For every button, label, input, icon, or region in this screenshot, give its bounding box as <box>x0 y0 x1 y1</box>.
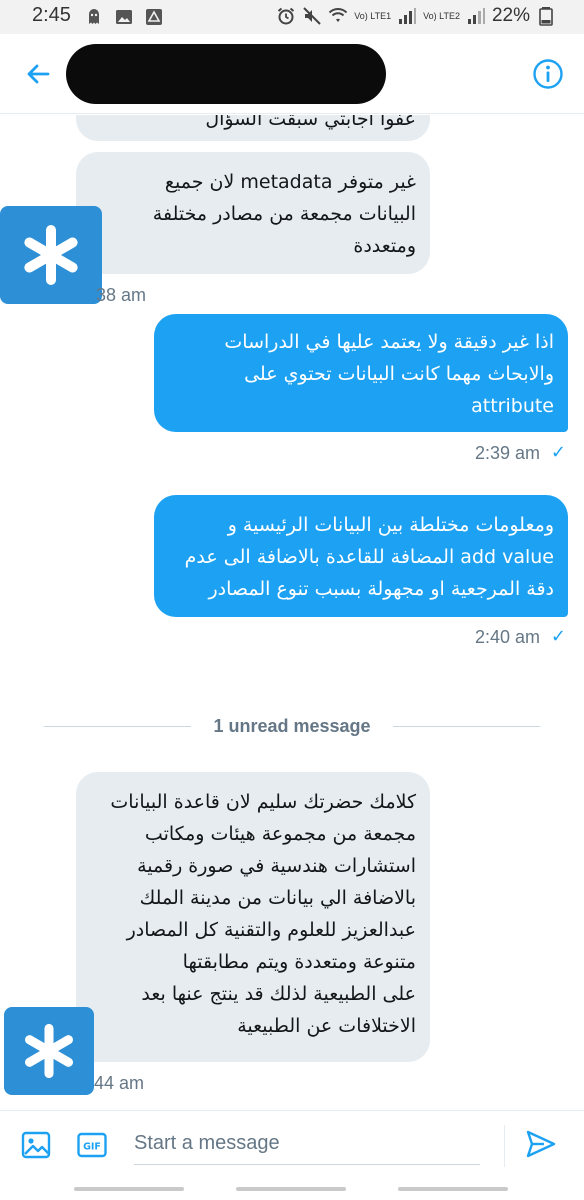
message-line: البيانات مجمعة من مصادر مختلفة <box>152 203 416 225</box>
ghost-icon <box>89 9 99 24</box>
message-line: ومعلومات مختلطة بين البيانات الرئيسية و <box>227 514 554 536</box>
divider-line <box>44 725 192 727</box>
message-bubble-sent[interactable]: ومعلومات مختلطة بين البيانات الرئيسية و … <box>154 495 568 617</box>
gif-label: GIF <box>83 1142 101 1153</box>
back-button[interactable] <box>20 56 56 92</box>
back-arrow-icon <box>27 64 50 84</box>
message-line: كلامك حضرتك سليم لان قاعدة البيانات <box>110 791 416 813</box>
message-timestamp: 44 am <box>94 1073 145 1093</box>
unread-divider: 1 unread message <box>44 715 541 737</box>
message-timestamp: 38 am <box>96 285 147 305</box>
sim2-label: Vo) LTE2 <box>423 10 460 21</box>
gif-button[interactable]: GIF <box>76 1129 108 1161</box>
message-line: add value المضافة للقاعدة بالاضافة الى ع… <box>184 546 554 568</box>
signal-icon <box>467 8 485 24</box>
message-line: دقة المرجعية او مجهولة بسبب تنوع المصادر <box>208 578 554 600</box>
message-bubble-received[interactable]: كلامك حضرتك سليم لان قاعدة البيانات مجمع… <box>76 772 430 1062</box>
info-button[interactable] <box>530 56 566 92</box>
message-line: اذا غير دقيقة ولا يعتمد عليها في الدراسا… <box>224 331 554 353</box>
sim1-label: Vo) LTE1 <box>354 10 392 21</box>
battery-percent: 22% <box>491 5 530 26</box>
conversation-title[interactable] <box>66 44 386 104</box>
message-line: attribute <box>471 395 554 417</box>
send-button[interactable] <box>524 1127 560 1163</box>
message-bubble-received[interactable]: عفوا اجابتي سبقت السؤال <box>76 115 430 141</box>
message-timestamp: 2:40 am <box>474 627 540 647</box>
send-icon <box>526 1130 556 1158</box>
status-time: 2:45 <box>32 4 71 26</box>
message-line: متنوعة ومتعددة ويتم مطابقتها <box>182 951 416 973</box>
conversation-header <box>0 34 584 114</box>
message-composer: GIF <box>0 1110 584 1178</box>
triangle-icon <box>146 9 162 25</box>
add-media-button[interactable] <box>20 1129 52 1161</box>
asterisk-icon <box>24 1023 74 1079</box>
info-icon <box>533 59 563 89</box>
divider-line <box>392 725 541 727</box>
read-check-icon: ✓ <box>550 626 566 647</box>
signal-icon <box>399 8 417 24</box>
system-nav-bar <box>0 1178 584 1200</box>
status-bar: 2:45 Vo) LTE1 Vo) LTE2 22% <box>0 0 584 34</box>
composer-divider <box>504 1125 505 1167</box>
asterisk-icon <box>24 225 78 285</box>
message-line: بالاضافة الي بيانات من مدينة الملك <box>139 887 416 909</box>
wifi-icon <box>329 8 348 22</box>
nav-recents-handle[interactable] <box>398 1187 508 1191</box>
alarm-icon <box>278 7 295 25</box>
message-line: مجمعة من مجموعة هيئات ومكاتب <box>144 823 416 845</box>
mute-icon <box>303 7 321 25</box>
avatar[interactable] <box>4 1007 94 1095</box>
status-left-icons <box>84 7 164 27</box>
message-timestamp: 2:39 am <box>474 443 540 463</box>
image-icon <box>116 10 132 24</box>
read-check-icon: ✓ <box>550 442 566 463</box>
message-input[interactable] <box>134 1123 480 1165</box>
status-right-icons: Vo) LTE1 Vo) LTE2 22% <box>276 5 556 27</box>
message-line: ومتعددة <box>353 235 416 257</box>
message-line: والابحاث مهما كانت البيانات تحتوي على <box>244 363 554 385</box>
message-line: على الطبيعية لذلك قد ينتج عنها بعد <box>141 983 416 1005</box>
message-line: استشارات هندسية في صورة رقمية <box>137 855 416 877</box>
message-line: عفوا اجابتي سبقت السؤال <box>205 115 416 130</box>
message-bubble-received[interactable]: غير متوفر metadata لان جميع البيانات مجم… <box>76 152 430 274</box>
nav-back-handle[interactable] <box>74 1187 184 1191</box>
unread-label: 1 unread message <box>213 715 371 736</box>
message-list[interactable]: عفوا اجابتي سبقت السؤال غير متوفر metada… <box>0 115 584 1110</box>
message-line: الاختلافات عن الطبيعية <box>237 1015 416 1037</box>
avatar[interactable] <box>0 206 102 304</box>
gif-icon: GIF <box>77 1132 107 1158</box>
image-icon <box>21 1131 51 1159</box>
message-line: غير متوفر metadata لان جميع <box>164 171 416 193</box>
nav-home-handle[interactable] <box>236 1187 346 1191</box>
battery-icon <box>539 7 553 26</box>
message-bubble-sent[interactable]: اذا غير دقيقة ولا يعتمد عليها في الدراسا… <box>154 314 568 432</box>
message-line: عبدالعزيز للعلوم والتقنية كل المصادر <box>126 919 416 941</box>
